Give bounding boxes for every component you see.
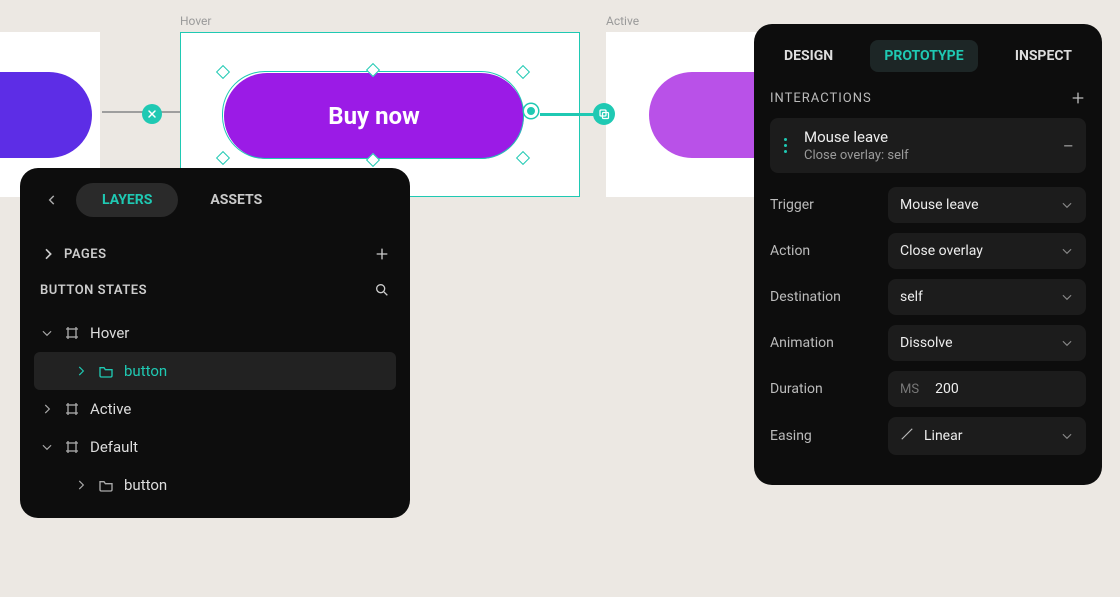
trigger-select[interactable]: Mouse leave [888, 187, 1086, 223]
pages-label: PAGES [64, 247, 107, 262]
layer-label: button [124, 362, 167, 380]
destination-select[interactable]: self [888, 279, 1086, 315]
search-icon[interactable] [374, 282, 390, 298]
tab-layers[interactable]: LAYERS [76, 183, 178, 217]
chevron-down-icon [40, 440, 54, 454]
action-label: Action [770, 243, 878, 259]
action-select[interactable]: Close overlay [888, 233, 1086, 269]
plus-icon[interactable] [374, 246, 390, 262]
easing-label: Easing [770, 428, 878, 444]
layer-active-frame[interactable]: Active [34, 390, 396, 428]
button-default[interactable]: Buy now [0, 72, 92, 158]
chevron-right-icon [40, 246, 56, 262]
frame-icon [64, 439, 80, 455]
easing-select[interactable]: Linear [888, 417, 1086, 455]
plus-icon[interactable] [1070, 90, 1086, 106]
interaction-title: Mouse leave [804, 128, 1053, 146]
layer-default-frame[interactable]: Default [34, 428, 396, 466]
connector-start-node[interactable] [524, 104, 538, 118]
chevron-right-icon [74, 364, 88, 378]
layer-label: Default [90, 438, 138, 456]
layer-label: button [124, 476, 167, 494]
folder-icon [98, 477, 114, 493]
trigger-value: Mouse leave [900, 197, 979, 213]
connector-delete-icon[interactable] [142, 104, 162, 124]
destination-label: Destination [770, 289, 878, 305]
tab-assets[interactable]: ASSETS [184, 183, 288, 217]
layers-panel: LAYERS ASSETS PAGES BUTTON STATES Hover … [20, 168, 410, 518]
group-label: BUTTON STATES [40, 283, 147, 298]
animation-label: Animation [770, 335, 878, 351]
layer-hover-frame[interactable]: Hover [34, 314, 396, 352]
layer-label: Hover [90, 324, 129, 342]
chevron-down-icon [1060, 290, 1074, 304]
layer-default-button[interactable]: button [34, 466, 396, 504]
inspector-tabs: DESIGN PROTOTYPE INSPECT [770, 40, 1086, 72]
trigger-label: Trigger [770, 197, 878, 213]
animation-value: Dissolve [900, 335, 953, 351]
layer-tree: Hover button Active Default button [34, 314, 396, 504]
tab-prototype[interactable]: PROTOTYPE [870, 40, 977, 72]
easing-value: Linear [924, 428, 962, 444]
interaction-subtitle: Close overlay: self [804, 148, 1053, 163]
chevron-down-icon [1060, 336, 1074, 350]
overlay-target-icon[interactable] [593, 103, 615, 125]
frame-icon [64, 401, 80, 417]
duration-input[interactable]: MS 200 [888, 371, 1086, 407]
easing-curve-icon [900, 427, 914, 445]
group-section: BUTTON STATES [34, 272, 396, 308]
tab-inspect[interactable]: INSPECT [1001, 40, 1086, 72]
interactions-heading: INTERACTIONS [770, 91, 872, 106]
folder-icon [98, 363, 114, 379]
interaction-item[interactable]: Mouse leave Close overlay: self − [770, 118, 1086, 173]
frame-label-active: Active [606, 14, 639, 28]
destination-value: self [900, 289, 923, 305]
drag-handle-icon[interactable] [776, 138, 794, 153]
prototype-connector[interactable] [102, 111, 180, 113]
animation-select[interactable]: Dissolve [888, 325, 1086, 361]
layer-hover-button[interactable]: button [34, 352, 396, 390]
action-value: Close overlay [900, 243, 983, 259]
prototype-panel: DESIGN PROTOTYPE INSPECT INTERACTIONS Mo… [754, 24, 1102, 485]
layer-label: Active [90, 400, 131, 418]
chevron-right-icon [40, 402, 54, 416]
back-button[interactable] [34, 182, 70, 218]
frame-icon [64, 325, 80, 341]
frame-label-hover: Hover [180, 14, 211, 28]
chevron-down-icon [40, 326, 54, 340]
remove-interaction-icon[interactable]: − [1063, 134, 1074, 158]
duration-unit: MS [900, 382, 919, 397]
chevron-down-icon [1060, 429, 1074, 443]
selection-outline [222, 71, 524, 159]
tab-design[interactable]: DESIGN [770, 40, 847, 72]
pages-section[interactable]: PAGES [34, 236, 396, 272]
chevron-down-icon [1060, 198, 1074, 212]
duration-label: Duration [770, 381, 878, 397]
chevron-down-icon [1060, 244, 1074, 258]
duration-value: 200 [935, 381, 959, 397]
chevron-right-icon [74, 478, 88, 492]
